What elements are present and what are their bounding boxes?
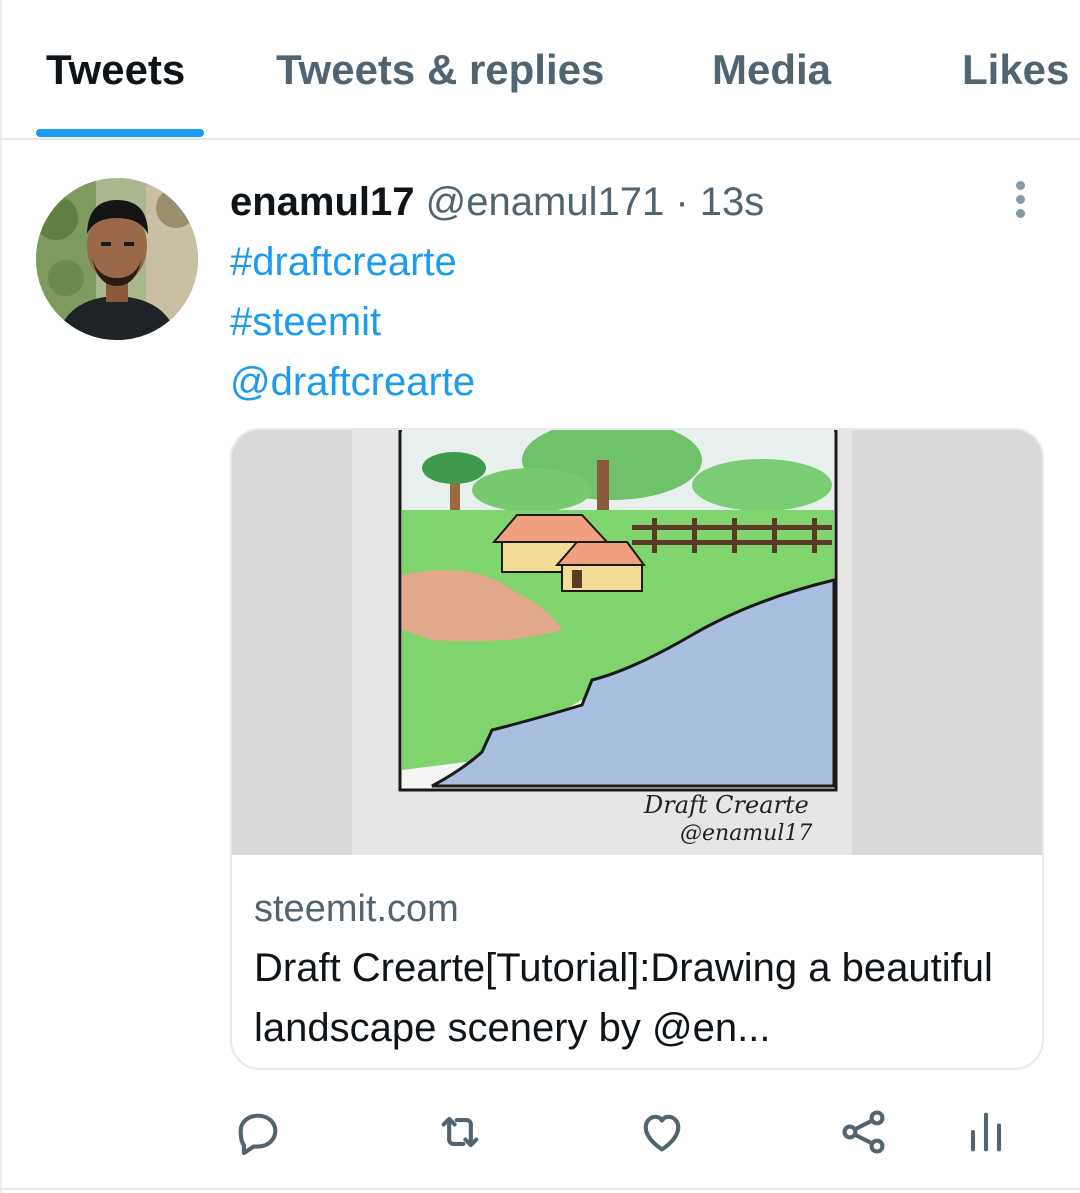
card-image: Draft Crearte @enamul17 (232, 430, 1042, 855)
tweet-timestamp[interactable]: 13s (700, 180, 765, 224)
active-tab-indicator (36, 129, 204, 137)
reply-icon[interactable] (232, 1106, 284, 1158)
separator-dot: · (675, 180, 689, 224)
image-signature-title: Draft Crearte (643, 791, 809, 819)
tab-media[interactable]: Media (712, 44, 831, 96)
analytics-icon[interactable] (960, 1106, 1012, 1158)
share-icon[interactable] (838, 1106, 890, 1158)
tab-tweets[interactable]: Tweets (46, 44, 185, 96)
tab-tweets-and-replies[interactable]: Tweets & replies (276, 44, 604, 96)
profile-tabs: Tweets Tweets & replies Media Likes (0, 0, 1080, 140)
landscape-drawing-image: Draft Crearte @enamul17 (232, 430, 1042, 855)
avatar[interactable] (36, 178, 198, 340)
hashtag-draftcrearte[interactable]: #draftcrearte (230, 236, 457, 288)
tweet-divider (0, 1188, 1080, 1190)
hashtag-steemit[interactable]: #steemit (230, 296, 381, 348)
mention-draftcrearte[interactable]: @draftcrearte (230, 356, 475, 408)
image-signature-handle: @enamul17 (680, 821, 812, 846)
display-name[interactable]: enamul17 (230, 180, 415, 224)
tweet-header: enamul17 @enamul171 · 13s (230, 176, 764, 228)
retweet-icon[interactable] (434, 1106, 486, 1158)
more-options-icon[interactable] (1000, 176, 1040, 222)
left-edge-divider (0, 0, 2, 1193)
card-domain: steemit.com (254, 888, 459, 930)
user-handle[interactable]: @enamul171 (426, 180, 665, 224)
card-title: Draft Crearte[Tutorial]:Drawing a beauti… (254, 946, 993, 1050)
avatar-image (36, 178, 198, 340)
like-icon[interactable] (636, 1106, 688, 1158)
link-card[interactable]: Draft Crearte @enamul17 steemit.com Draf… (230, 428, 1044, 1070)
tab-likes[interactable]: Likes (962, 44, 1069, 96)
